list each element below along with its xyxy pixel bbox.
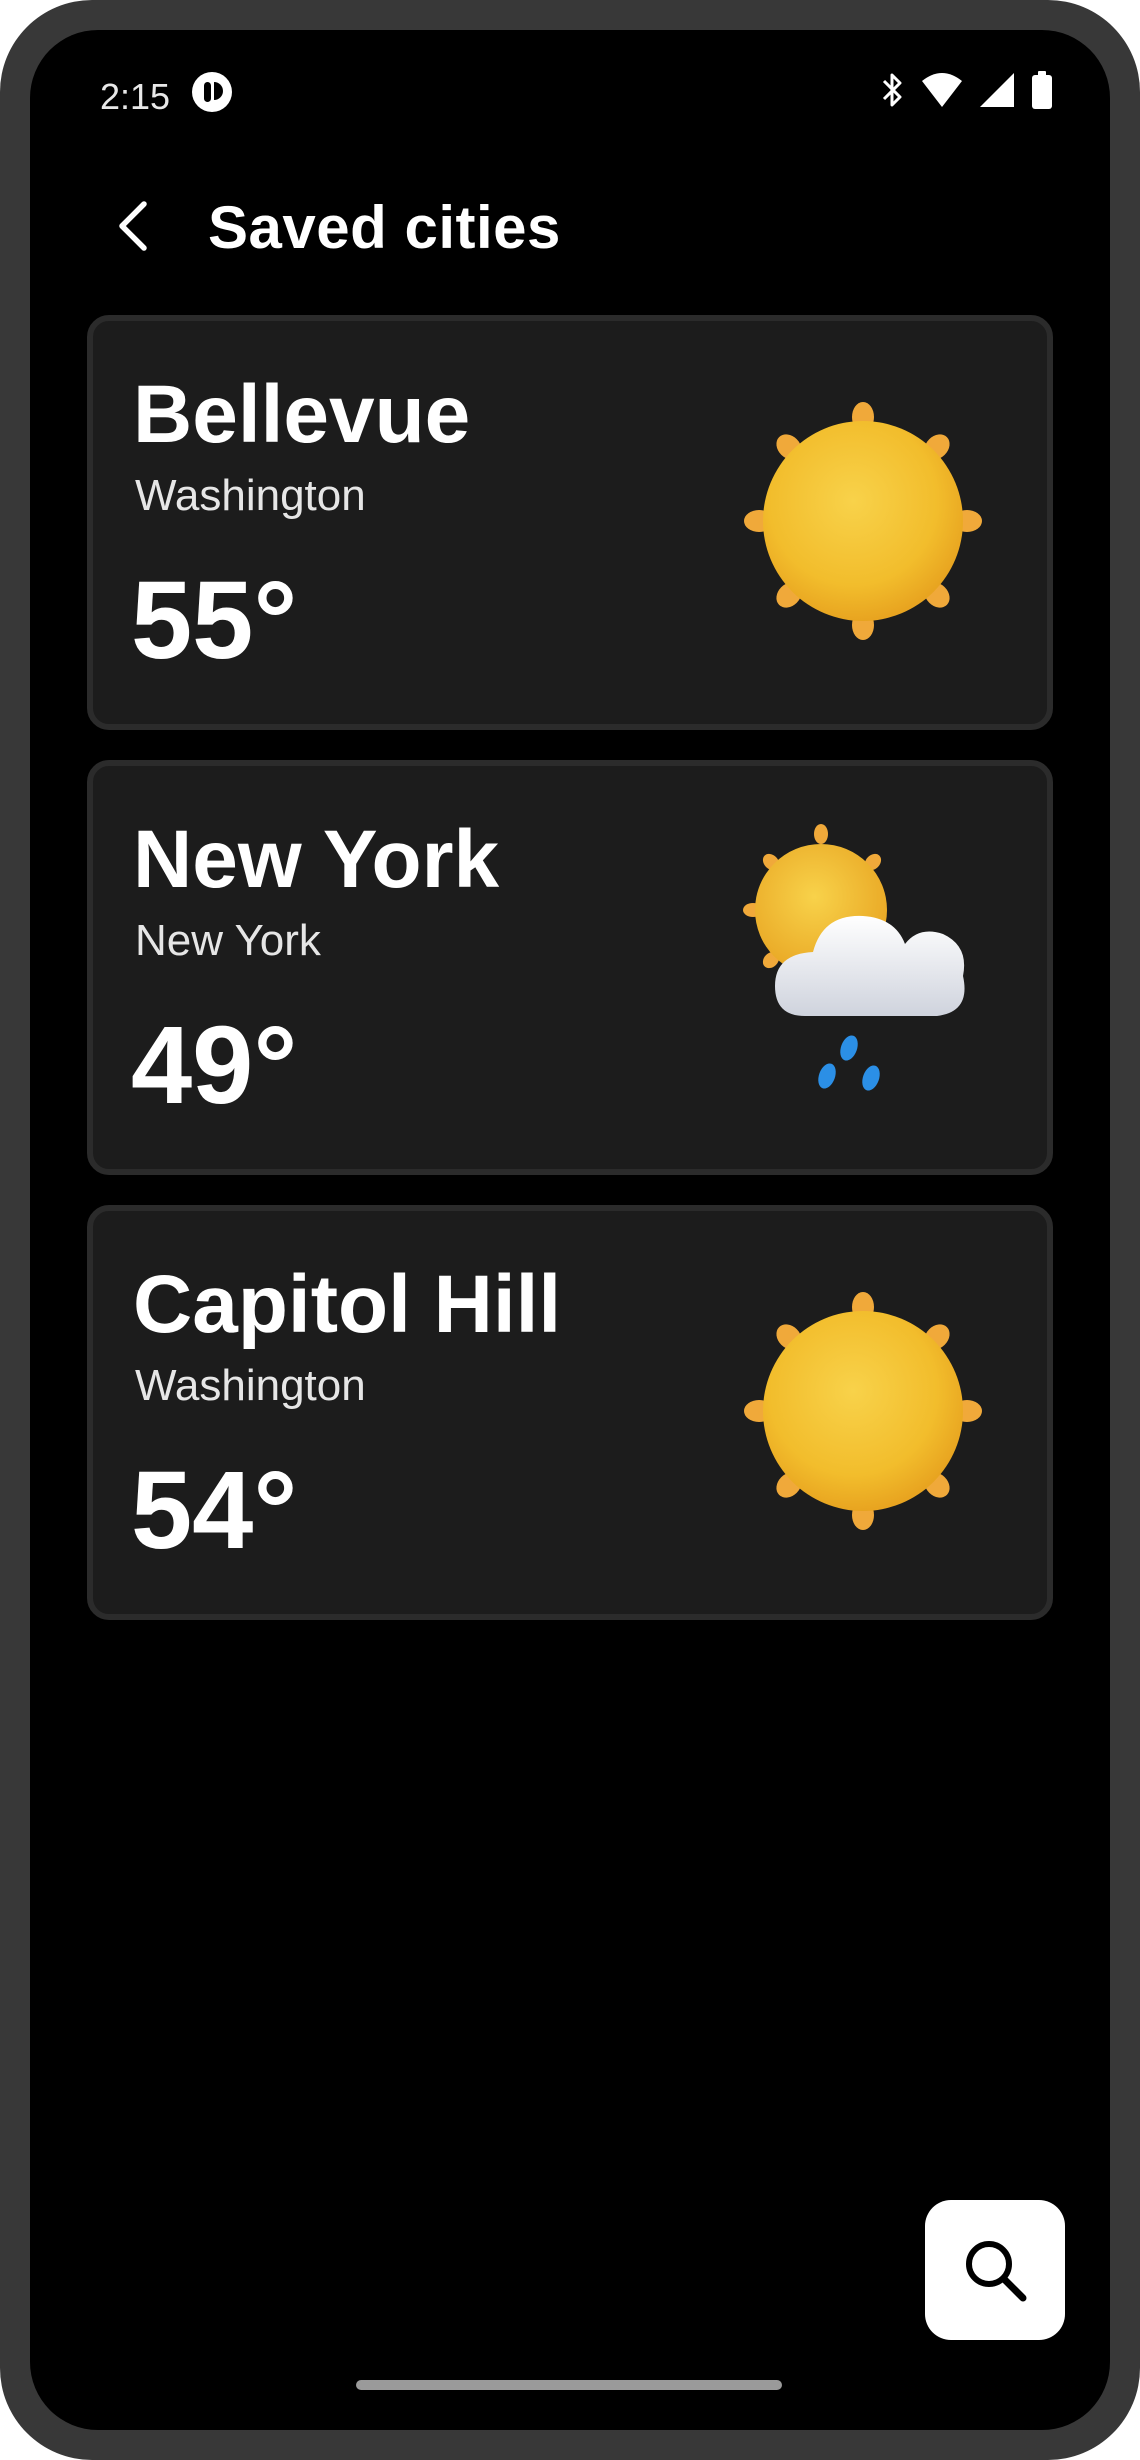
home-indicator[interactable]	[356, 2380, 782, 2390]
sunny-icon	[744, 1292, 982, 1530]
sunny-icon	[744, 402, 982, 640]
city-region: New York	[135, 916, 321, 965]
back-button[interactable]	[98, 190, 170, 262]
partly-cloudy-rain-icon	[743, 824, 965, 1091]
search-icon	[966, 2241, 1027, 2302]
city-temperature: 49°	[131, 1004, 298, 1127]
city-region: Washington	[135, 1361, 366, 1410]
notification-icon	[192, 72, 232, 112]
back-arrow-icon	[119, 201, 147, 251]
bluetooth-icon	[882, 73, 902, 107]
signal-icon	[980, 73, 1014, 107]
wifi-icon	[922, 73, 962, 107]
city-name: Capitol Hill	[133, 1259, 562, 1350]
city-region: Washington	[135, 471, 366, 520]
city-temperature: 54°	[131, 1449, 298, 1572]
city-card-new-york[interactable]: New York New York 49°	[87, 760, 1053, 1175]
battery-icon	[1032, 71, 1052, 109]
city-temperature: 55°	[131, 559, 298, 682]
search-button[interactable]	[925, 2200, 1065, 2340]
city-name: Bellevue	[133, 369, 471, 460]
city-card-capitol-hill[interactable]: Capitol Hill Washington 54°	[87, 1205, 1053, 1620]
phone-frame: 2:15 Saved cities Bellevue Washington 55…	[0, 0, 1140, 2460]
page-title: Saved cities	[208, 194, 561, 261]
status-icons	[880, 70, 1054, 110]
city-name: New York	[133, 814, 500, 905]
city-card-bellevue[interactable]: Bellevue Washington 55°	[87, 315, 1053, 730]
screen: 2:15 Saved cities Bellevue Washington 55…	[30, 30, 1110, 2430]
status-time: 2:15	[100, 76, 171, 117]
